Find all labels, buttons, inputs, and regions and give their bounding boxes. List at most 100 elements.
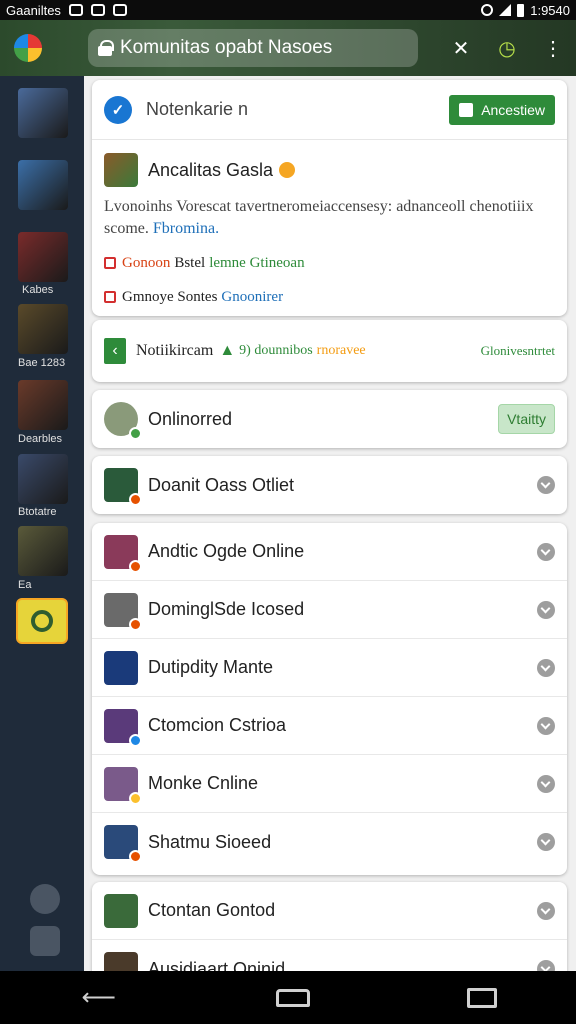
- list-item-label: Ctontan Gontod: [148, 900, 276, 920]
- online-dot-icon: [129, 427, 142, 440]
- sidebar-item-2[interactable]: [18, 160, 68, 210]
- clock-icon[interactable]: ◷: [494, 36, 520, 61]
- avatar: [104, 592, 142, 631]
- list-item-label: Ausidiaart Oninid: [148, 958, 286, 972]
- message-icon: [68, 4, 83, 16]
- app-logo-icon[interactable]: [14, 34, 42, 62]
- list-item[interactable]: Andtic Ogde Online: [92, 523, 567, 581]
- status-dot-icon: [129, 559, 142, 573]
- avatar: [104, 952, 138, 971]
- promo-green-text: 9) dounnibos: [239, 343, 313, 358]
- promo-card[interactable]: ‹ Notiikircam ▲ 9) dounnibos rnoravee Gl…: [92, 320, 567, 382]
- clock-text: 1:9540: [530, 2, 570, 18]
- sidebar-item-1[interactable]: [18, 88, 68, 138]
- lock-icon: [98, 40, 114, 56]
- battery-icon: [517, 3, 525, 17]
- avatar: [104, 893, 138, 928]
- avatar: [104, 534, 142, 573]
- carrier-text: Gaaniltes: [6, 2, 61, 18]
- avatar: [104, 468, 142, 506]
- promo-orange-text: rnoravee: [316, 343, 366, 358]
- notification-icon: ✓: [104, 95, 132, 124]
- action-button-label: Ancestiew: [481, 101, 545, 118]
- app-notification-icon: [112, 4, 127, 16]
- status-dot-icon: [129, 733, 142, 747]
- sidebar-item-4-label: Bae 1283: [18, 357, 66, 369]
- thumbs-up-icon: ▲: [219, 342, 236, 359]
- list-item[interactable]: Ctontan Gontod: [92, 882, 567, 940]
- promo-icon: ‹: [104, 338, 126, 364]
- edit-icon[interactable]: [30, 884, 60, 914]
- list-item-label: Shatmu Sioeed: [148, 831, 272, 852]
- red-flag-icon: [104, 291, 116, 303]
- sidebar-item-5-label: Dearbles: [18, 433, 63, 445]
- recent-apps-icon[interactable]: [467, 987, 498, 1008]
- list-item[interactable]: Ausidiaart Oninid: [92, 940, 567, 971]
- shuffle-icon[interactable]: ✕: [448, 36, 474, 61]
- sidebar-item-4[interactable]: [18, 304, 68, 354]
- action-button-icon: [459, 102, 474, 117]
- detail-2-dark: Gmnoye Sontes: [122, 288, 218, 305]
- game-description: Lvonoinhs Vorescat tavertneromeiaccenses…: [92, 190, 567, 240]
- promo-title: Notiikircam: [136, 342, 214, 359]
- sidebar-item-3-label: Kabes: [22, 284, 54, 296]
- friends-list-card: Andtic Ogde Online DominglSde Icosed Dut…: [92, 523, 567, 875]
- list-item[interactable]: Monke Cnline: [92, 755, 567, 813]
- list-item[interactable]: Doanit Oass Otliet: [92, 456, 567, 514]
- more-vert-icon[interactable]: ⋮: [540, 36, 566, 61]
- list-item[interactable]: Ctomcion Cstrioa: [92, 697, 567, 755]
- list-item-label: Monke Cnline: [148, 773, 259, 793]
- home-icon[interactable]: [275, 988, 310, 1007]
- single-row-card: Doanit Oass Otliet: [92, 456, 567, 514]
- sidebar: Kabes Bae 1283 Dearbles Btotatre Ea: [0, 76, 84, 971]
- avatar[interactable]: [104, 402, 142, 440]
- promo-right-text[interactable]: Glonivesntrtet: [481, 343, 555, 359]
- more-list-card: Ctontan Gontod Ausidiaart Oninid: [92, 882, 567, 971]
- list-item-label: Andtic Ogde Online: [148, 541, 305, 561]
- back-icon[interactable]: ⟵: [79, 984, 119, 1011]
- list-item-label: Dutipdity Mante: [148, 657, 274, 677]
- url-bar[interactable]: Komunitas opabt Nasoes: [88, 29, 418, 67]
- chevron-down-icon[interactable]: [537, 658, 555, 677]
- app-bar: Komunitas opabt Nasoes ✕ ◷ ⋮: [0, 20, 576, 76]
- status-dot-icon: [129, 617, 142, 631]
- sidebar-item-7-label: Ea: [18, 579, 32, 591]
- main-content: ✓ Notenkarie n Ancestiew Ancalitas Gasla…: [84, 76, 576, 971]
- list-item[interactable]: Shatmu Sioeed: [92, 813, 567, 871]
- online-card: Onlinorred Vtaitty: [92, 390, 567, 448]
- status-dot-icon: [129, 493, 142, 506]
- list-item-label: DominglSde Icosed: [148, 599, 305, 619]
- chevron-down-icon[interactable]: [537, 960, 555, 971]
- detail-1-red: Gonoon: [122, 254, 171, 271]
- chevron-down-icon[interactable]: [537, 901, 555, 920]
- sidebar-item-5[interactable]: [18, 380, 68, 430]
- chevron-down-icon[interactable]: [537, 542, 555, 561]
- action-button[interactable]: Ancestiew: [449, 94, 555, 125]
- game-thumbnail[interactable]: [104, 153, 138, 187]
- notification-card: ✓ Notenkarie n Ancestiew Ancalitas Gasla…: [92, 80, 567, 316]
- sidebar-item-3[interactable]: [18, 232, 68, 282]
- red-flag-icon: [104, 257, 116, 269]
- status-dot-icon: [129, 850, 142, 863]
- system-nav-bar: ⟵: [0, 971, 576, 1024]
- sidebar-item-7[interactable]: [18, 526, 68, 576]
- coin-icon: [279, 162, 296, 178]
- folder-icon[interactable]: [30, 926, 60, 956]
- chevron-down-icon[interactable]: [537, 774, 555, 793]
- chevron-down-icon[interactable]: [537, 600, 555, 619]
- chevron-down-icon[interactable]: [537, 716, 555, 735]
- detail-1-green[interactable]: lemne Gtineoan: [209, 255, 304, 272]
- status-dot-icon: [129, 791, 142, 805]
- view-button[interactable]: Vtaitty: [498, 404, 555, 434]
- avatar: [104, 650, 138, 685]
- chevron-down-icon[interactable]: [537, 476, 555, 494]
- game-description-link[interactable]: Fbromina.: [153, 220, 219, 237]
- online-label: Onlinorred: [148, 408, 233, 429]
- list-item[interactable]: DominglSde Icosed: [92, 581, 567, 639]
- sidebar-item-6[interactable]: [18, 454, 68, 504]
- detail-1-dark: Bstel: [174, 254, 206, 271]
- sidebar-item-active[interactable]: [16, 598, 68, 644]
- list-item[interactable]: Dutipdity Mante: [92, 639, 567, 697]
- detail-2-blue[interactable]: Gnoonirer: [221, 289, 283, 306]
- chevron-down-icon[interactable]: [537, 833, 555, 851]
